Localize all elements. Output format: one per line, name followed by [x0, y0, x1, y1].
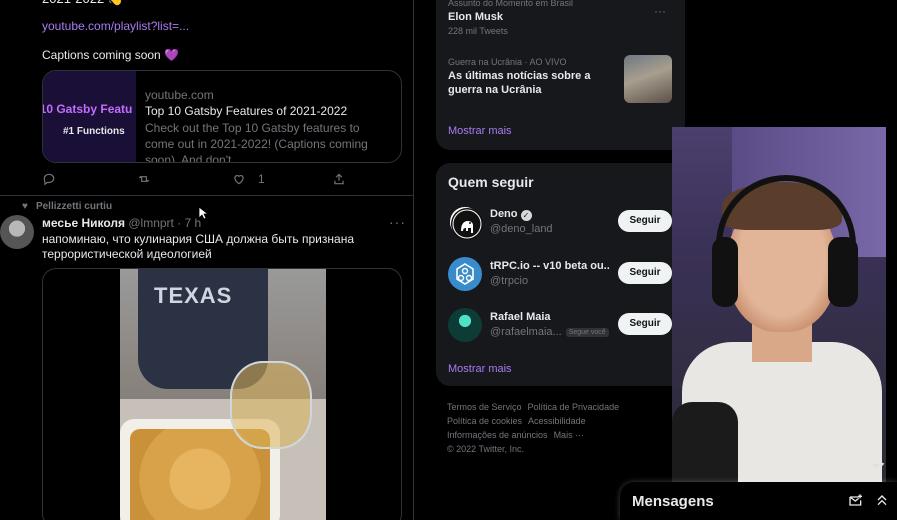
hand-emoji-icon: 👋 [108, 0, 124, 6]
user-handle: @trpcio [490, 275, 529, 287]
trend-more-icon[interactable]: ··· [654, 4, 666, 18]
glass-bowl [230, 361, 312, 449]
reply-icon [43, 173, 55, 186]
follow-button[interactable]: Seguir [618, 262, 672, 284]
show-more-link[interactable]: Mostrar mais [448, 125, 512, 137]
like-count: 1 [258, 172, 265, 186]
headphone-right [828, 237, 858, 307]
tweet-actions: 1 [42, 172, 352, 188]
playlist-link[interactable]: youtube.com/playlist?list=... [42, 19, 189, 33]
footer-link-privacy[interactable]: Política de Privacidade [528, 402, 620, 412]
card-domain: youtube.com [145, 88, 214, 102]
avatar[interactable] [0, 215, 34, 249]
microphone [672, 402, 738, 482]
trend-name: Elon Musk [448, 11, 504, 23]
liked-by-text: Pellizzetti curtiu [35, 201, 113, 212]
timeline: 2021-2022 👋 youtube.com/playlist?list=..… [0, 0, 414, 520]
heart-filled-icon: ♥ [22, 201, 28, 212]
sidebar-footer: Termos de Serviço Política de Privacidade… [447, 400, 677, 456]
purple-heart-icon: 💜 [164, 48, 180, 62]
trend-context: Guerra na Ucrânia · AO VIVO [448, 57, 567, 67]
author-name[interactable]: месье Николя [42, 216, 125, 230]
show-more-link[interactable]: Mostrar mais [448, 363, 512, 375]
tweet[interactable]: ♥ Pellizzetti curtiu месье Николя @lmnpr… [0, 197, 413, 520]
user-handle-text: @rafaelmaia... [490, 326, 562, 338]
verified-icon: ✓ [520, 210, 532, 221]
trend-item[interactable]: Guerra na Ucrânia · AO VIVO As últimas n… [448, 57, 623, 97]
card-title: Top 10 Gatsby Features of 2021-2022 [145, 104, 348, 118]
new-message-icon[interactable] [848, 493, 864, 509]
like-button[interactable]: 1 [232, 172, 265, 186]
reply-button[interactable] [42, 172, 56, 186]
thumbnail-subtitle: #1 Functions [63, 126, 125, 137]
footer-link-terms[interactable]: Termos de Serviço [447, 402, 522, 412]
trend-context: Assunto do Momento em Brasil [448, 0, 574, 8]
follow-button[interactable]: Seguir [618, 313, 672, 335]
follow-suggestion[interactable]: Deno ✓ @deno_land Seguir [448, 205, 678, 240]
tweet-text: Captions coming soon 💜 [42, 48, 179, 62]
captions-text: Captions coming soon [42, 48, 165, 62]
card-description: Check out the Top 10 Gatsby features to … [145, 121, 368, 163]
trend-item[interactable]: Assunto do Momento em Brasil Elon Musk 2… [448, 0, 678, 36]
card-thumbnail: p 10 Gatsby Featu #1 Functions [43, 71, 136, 162]
follow-button[interactable]: Seguir [618, 210, 672, 232]
author-handle[interactable]: @lmnprt [128, 216, 174, 230]
tweet-text: напоминаю, что кулинария США должна быть… [42, 232, 354, 261]
webcam-overlay [672, 127, 886, 482]
trend-count: 228 mil Tweets [448, 26, 508, 36]
tweet-text-line: 2021-2022 👋 [42, 0, 124, 7]
share-icon [334, 173, 344, 185]
share-button[interactable] [332, 172, 346, 186]
copyright: © 2022 Twitter, Inc. [447, 444, 525, 454]
follow-suggestion[interactable]: Rafael Maia @rafaelmaia... Segue você Seg… [448, 308, 678, 342]
tweet-header: месье Николя @lmnprt · 7 h [42, 216, 201, 230]
user-name-text: Deno [490, 208, 518, 220]
video-player[interactable]: TEXAS + ♥ ··· [42, 268, 402, 520]
trends-panel: Assunto do Momento em Brasil Elon Musk 2… [436, 0, 685, 150]
messages-title: Mensagens [632, 493, 714, 510]
heart-icon [234, 175, 244, 185]
user-name: tRPC.io -- v10 beta ou... [490, 260, 610, 272]
user-name: Rafael Maia [490, 311, 551, 323]
headphone-left [712, 237, 738, 307]
footer-link-accessibility[interactable]: Acessibilidade [528, 416, 586, 426]
mouse-cursor-icon [198, 206, 210, 223]
tweet[interactable]: 2021-2022 👋 youtube.com/playlist?list=..… [0, 0, 413, 196]
retweet-icon [138, 175, 150, 183]
link-card[interactable]: p 10 Gatsby Featu #1 Functions youtube.c… [42, 70, 402, 163]
avatar[interactable] [448, 205, 483, 240]
footer-link-more[interactable]: Mais ··· [554, 430, 585, 440]
follow-suggestion[interactable]: tRPC.io -- v10 beta ou... @trpcio Seguir [448, 257, 678, 291]
thumbnail-title: p 10 Gatsby Featu [43, 102, 133, 116]
footer-link-cookies[interactable]: Política de cookies [447, 416, 522, 426]
who-to-follow-panel: Quem seguir Deno ✓ @deno_land Seguir tRPC… [436, 163, 685, 386]
video-frame: TEXAS + ♥ ··· [120, 269, 326, 520]
avatar[interactable] [448, 257, 482, 291]
shirt-text: TEXAS [154, 283, 233, 308]
trend-thumbnail[interactable] [624, 55, 672, 103]
trend-name: As últimas notícias sobre a guerra na Uc… [448, 70, 591, 96]
panel-title: Quem seguir [448, 174, 534, 190]
footer-links: Termos de Serviço Política de Privacidade… [447, 400, 677, 456]
card-body: youtube.com Top 10 Gatsby Features of 20… [136, 71, 401, 162]
more-options-icon[interactable]: ··· [389, 214, 406, 230]
follows-you-badge: Segue você [565, 328, 609, 337]
user-handle: @deno_land [490, 223, 553, 235]
chevron-up-double-icon[interactable] [874, 492, 890, 508]
footer-link-ads[interactable]: Informações de anúncios [447, 430, 548, 440]
tweet-text-fragment: 2021-2022 [42, 0, 108, 6]
social-context: ♥ Pellizzetti curtiu [22, 201, 112, 212]
user-name: Deno ✓ [490, 208, 532, 221]
retweet-button[interactable] [137, 172, 151, 186]
avatar[interactable] [448, 308, 482, 342]
trpc-logo-icon [456, 263, 474, 285]
user-handle: @rafaelmaia... Segue você [490, 326, 609, 338]
deno-logo-icon [451, 208, 483, 240]
messages-drawer[interactable]: Mensagens [620, 482, 897, 520]
